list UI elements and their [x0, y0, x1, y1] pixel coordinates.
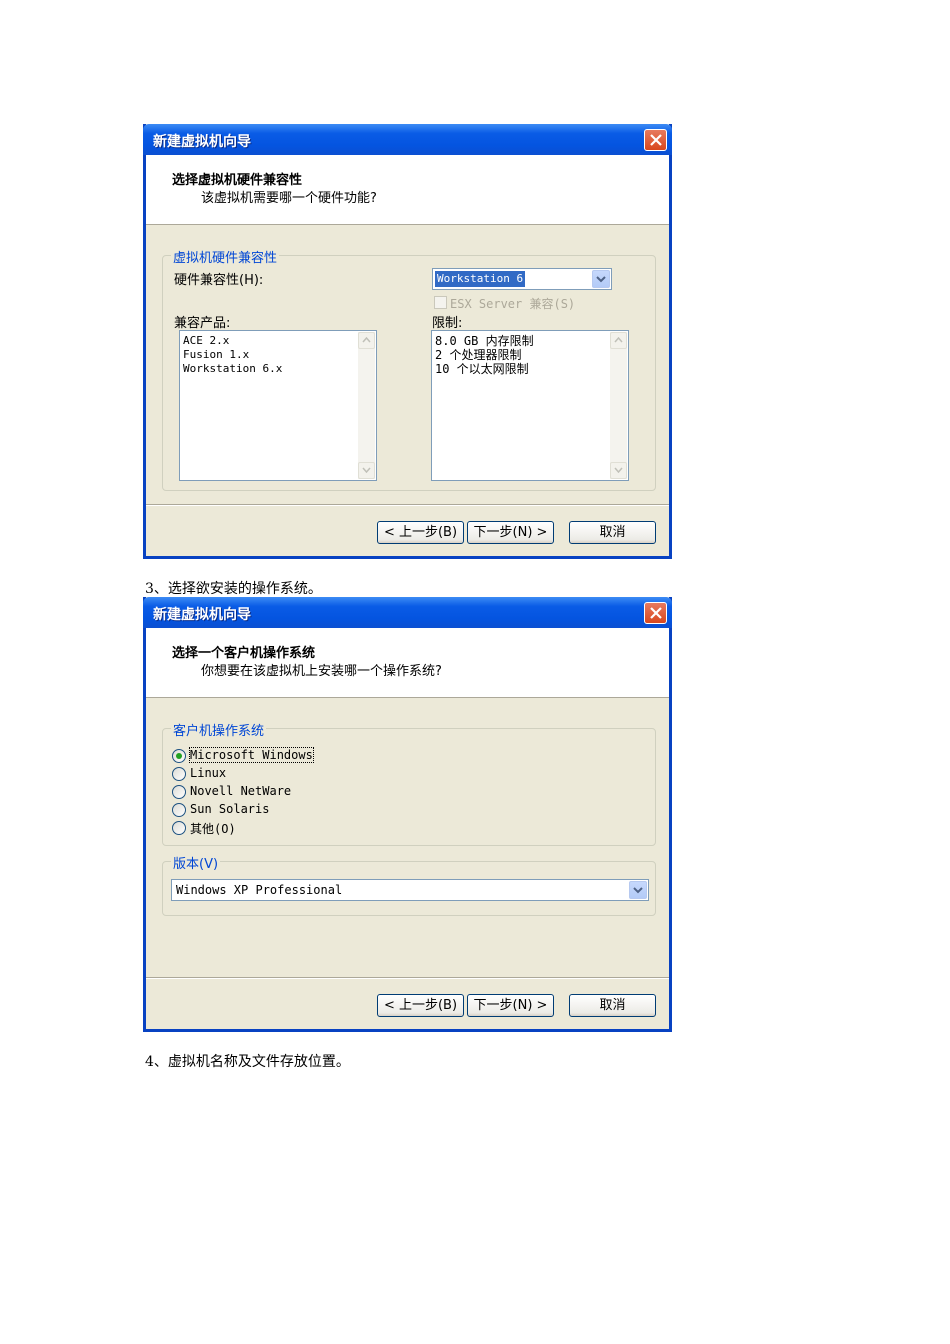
compatible-products-list[interactable]: ACE 2.x Fusion 1.x Workstation 6.x [179, 330, 377, 481]
list-item[interactable]: Fusion 1.x [180, 348, 376, 362]
group-label: 版本(V) [171, 853, 221, 872]
radio-label: Microsoft Windows [189, 747, 314, 763]
limits-list[interactable]: 8.0 GB 内存限制 2 个处理器限制 10 个以太网限制 [431, 330, 629, 481]
dropdown-button[interactable] [592, 270, 610, 288]
radio-button[interactable] [172, 821, 186, 835]
version-dropdown[interactable]: Windows XP Professional [171, 879, 649, 901]
list-item[interactable]: Workstation 6.x [180, 362, 376, 376]
caption-step-3: 3、选择欲安装的操作系统。 [145, 581, 322, 597]
radio-label: Sun Solaris [190, 802, 270, 816]
chevron-up-icon [614, 337, 623, 343]
new-vm-wizard-dialog-hardware: 新建虚拟机向导 选择虚拟机硬件兼容性 该虚拟机需要哪一个硬件功能? 虚拟机硬件兼… [143, 124, 672, 559]
version-value: Windows XP Professional [176, 883, 343, 897]
title-bar[interactable]: 新建虚拟机向导 [143, 124, 672, 155]
close-button[interactable] [644, 602, 667, 624]
dialog-title: 新建虚拟机向导 [153, 607, 251, 623]
radio-button[interactable] [172, 767, 186, 781]
radio-button[interactable] [172, 785, 186, 799]
back-button[interactable]: < 上一步(B) [377, 994, 464, 1017]
hw-compat-value: Workstation 6 [433, 270, 527, 288]
new-vm-wizard-dialog-guest-os: 新建虚拟机向导 选择一个客户机操作系统 你想要在该虚拟机上安装哪一个操作系统? … [143, 597, 672, 1032]
scroll-down-button[interactable] [610, 462, 627, 479]
list-item: 2 个处理器限制 [435, 348, 522, 362]
cancel-button[interactable]: 取消 [569, 521, 656, 544]
compatible-products-label: 兼容产品: [174, 316, 231, 331]
header-title: 选择一个客户机操作系统 [172, 646, 316, 661]
dialog-title: 新建虚拟机向导 [153, 134, 251, 150]
esx-server-checkbox[interactable] [434, 296, 447, 309]
list-item: 10 个以太网限制 [435, 362, 529, 376]
scroll-down-button[interactable] [358, 462, 375, 479]
group-label: 虚拟机硬件兼容性 [171, 247, 280, 266]
scroll-up-button[interactable] [358, 332, 375, 349]
button-separator [146, 504, 669, 506]
caption-step-4: 4、虚拟机名称及文件存放位置。 [145, 1054, 350, 1070]
chevron-up-icon [362, 337, 371, 343]
button-separator [146, 977, 669, 979]
radio-button[interactable] [172, 749, 186, 763]
next-button[interactable]: 下一步(N) > [467, 521, 554, 544]
group-label: 客户机操作系统 [171, 720, 267, 739]
chevron-down-icon [362, 467, 371, 473]
chevron-down-icon [596, 276, 606, 283]
next-button[interactable]: 下一步(N) > [467, 994, 554, 1017]
radio-button[interactable] [172, 803, 186, 817]
scrollbar[interactable] [610, 332, 627, 479]
header-title: 选择虚拟机硬件兼容性 [172, 173, 303, 188]
radio-label: Novell NetWare [190, 784, 292, 798]
dropdown-button[interactable] [629, 881, 647, 899]
close-icon [650, 607, 662, 619]
chevron-down-icon [633, 887, 643, 894]
chevron-down-icon [614, 467, 623, 473]
back-button[interactable]: < 上一步(B) [377, 521, 464, 544]
cancel-button[interactable]: 取消 [569, 994, 656, 1017]
radio-label: Linux [190, 766, 227, 780]
hw-compat-dropdown[interactable]: Workstation 6 [432, 268, 612, 290]
list-item: 8.0 GB 内存限制 [435, 334, 534, 348]
scroll-up-button[interactable] [610, 332, 627, 349]
esx-server-label: ESX Server 兼容(S) [450, 297, 576, 311]
wizard-header: 选择一个客户机操作系统 你想要在该虚拟机上安装哪一个操作系统? [146, 628, 669, 698]
list-item[interactable]: ACE 2.x [180, 334, 376, 348]
close-button[interactable] [644, 129, 667, 151]
radio-label: 其他(O) [190, 822, 236, 836]
title-bar[interactable]: 新建虚拟机向导 [143, 597, 672, 628]
limits-label: 限制: [432, 316, 463, 331]
close-icon [650, 134, 662, 146]
hw-compat-label: 硬件兼容性(H): [174, 273, 264, 288]
header-subtitle: 该虚拟机需要哪一个硬件功能? [201, 191, 377, 206]
wizard-header: 选择虚拟机硬件兼容性 该虚拟机需要哪一个硬件功能? [146, 155, 669, 225]
scrollbar[interactable] [358, 332, 375, 479]
header-subtitle: 你想要在该虚拟机上安装哪一个操作系统? [201, 664, 442, 679]
